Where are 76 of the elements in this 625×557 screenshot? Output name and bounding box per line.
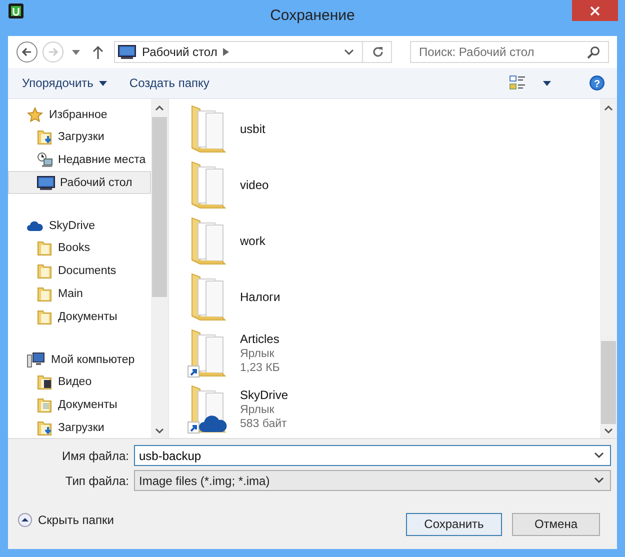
file-name[interactable]: work: [240, 234, 266, 248]
file-type: Ярлык: [240, 404, 276, 416]
caret-icon: [99, 80, 108, 86]
video-folder-icon: [37, 374, 53, 390]
document-folder-icon: [37, 396, 53, 412]
folder-icon: [37, 262, 53, 278]
download-folder-icon: [37, 128, 53, 144]
chevron-icon: [594, 477, 604, 484]
address-bar[interactable]: Рабочий стол: [114, 41, 392, 63]
sidebar-item[interactable]: Документы: [8, 305, 151, 328]
file-name[interactable]: usbit: [240, 122, 266, 136]
content-scrollbar[interactable]: [600, 99, 617, 438]
sidebar-group-header[interactable]: Избранное: [8, 104, 151, 125]
details-view-icon: [509, 75, 527, 91]
sidebar-item[interactable]: Documents: [8, 259, 151, 282]
star-icon: [27, 106, 43, 122]
scroll-up-icon[interactable]: [155, 105, 164, 111]
hide-folders-button[interactable]: Скрыть папки: [18, 513, 114, 527]
address-text: Рабочий стол: [142, 45, 218, 59]
chevron-icon[interactable]: [594, 452, 604, 459]
search-field[interactable]: Поиск: Рабочий стол: [410, 41, 609, 63]
desktop-icon: [118, 45, 136, 59]
file-type-dropdown[interactable]: Image files (*.img; *.ima): [134, 470, 611, 491]
file-size: 583 байт: [240, 418, 288, 430]
computer-icon: [27, 352, 45, 368]
sidebar-item[interactable]: Рабочий стол: [8, 171, 151, 194]
download-folder-icon: [37, 420, 53, 436]
sidebar-item[interactable]: Books: [8, 236, 151, 259]
file-name-input[interactable]: usb-backup: [139, 448, 594, 462]
breadcrumb-arrow-icon: [223, 48, 230, 56]
scroll-up-icon[interactable]: [604, 105, 613, 111]
file-name-field[interactable]: usb-backup: [134, 445, 611, 466]
sidebar-item[interactable]: Недавние места: [8, 148, 151, 171]
file-name[interactable]: Articles: [240, 332, 280, 346]
file-type: Ярлык: [240, 348, 276, 360]
close-button[interactable]: [572, 0, 618, 21]
search-input[interactable]: Поиск: Рабочий стол: [411, 45, 587, 59]
help-icon: ?: [589, 75, 605, 91]
save-button[interactable]: Сохранить: [406, 512, 502, 536]
desktop-icon: [37, 176, 55, 190]
file-size: 1,23 КБ: [240, 362, 280, 374]
recent-places-icon: [37, 152, 53, 168]
close-icon: [590, 6, 600, 16]
sidebar-item[interactable]: Видео: [8, 370, 151, 393]
sidebar-item[interactable]: Загрузки: [8, 125, 151, 148]
sidebar-group-header[interactable]: Мой компьютер: [8, 349, 151, 370]
file-name[interactable]: SkyDrive: [240, 388, 288, 402]
folder-icon: [37, 308, 53, 324]
refresh-icon: [371, 45, 385, 59]
folder-icon: [37, 286, 53, 302]
collapse-icon: [18, 513, 32, 527]
help-button[interactable]: ?: [585, 73, 609, 93]
field-label: Имя файла:: [61, 448, 130, 462]
cloud-icon: [27, 220, 43, 232]
caret-icon: [543, 80, 551, 86]
search-icon: [587, 46, 600, 58]
sidebar-item[interactable]: Загрузки: [8, 416, 151, 438]
sidebar-group-header[interactable]: SkyDrive: [8, 215, 151, 236]
file-name[interactable]: Налоги: [240, 290, 280, 304]
app-icon: [8, 3, 24, 19]
scrollbar-thumb[interactable]: [601, 341, 616, 424]
scroll-down-icon[interactable]: [604, 428, 613, 434]
organize-menu[interactable]: Упорядочить: [18, 74, 112, 92]
scroll-down-icon[interactable]: [155, 428, 164, 434]
scrollbar-thumb[interactable]: [152, 117, 167, 297]
sidebar-scrollbar[interactable]: [151, 99, 168, 438]
cancel-button[interactable]: Отмена: [512, 512, 600, 536]
sidebar-item[interactable]: Main: [8, 282, 151, 305]
sidebar-item[interactable]: Документы: [8, 393, 151, 416]
window-title: Сохранение: [269, 7, 356, 24]
new-folder-button[interactable]: Создать папку: [125, 74, 214, 92]
folder-icon: [37, 240, 53, 256]
chevron-icon: [344, 48, 354, 56]
field-label: Тип файла:: [64, 474, 130, 488]
file-name[interactable]: video: [240, 178, 269, 192]
back-button[interactable]: [16, 41, 38, 63]
